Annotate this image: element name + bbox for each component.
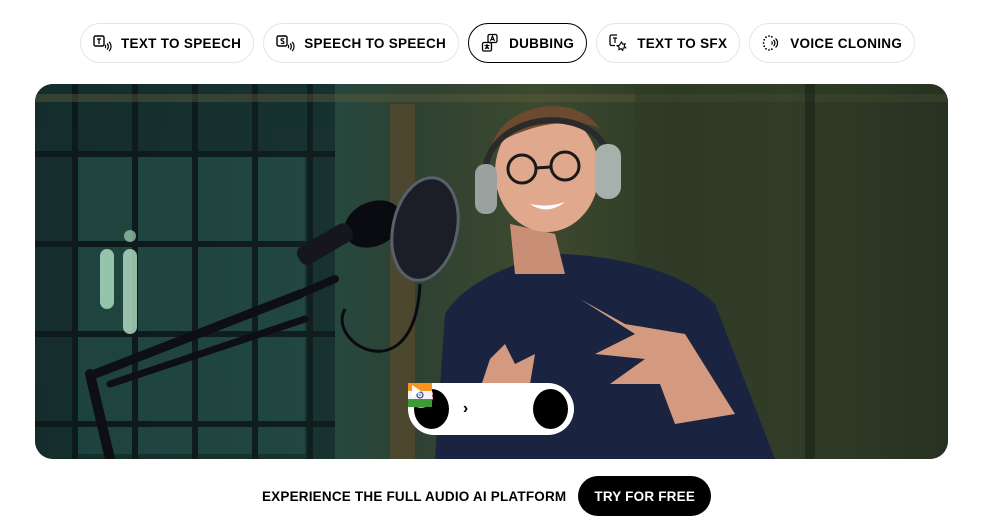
tab-label: DUBBING <box>509 35 575 51</box>
tab-label: VOICE CLONING <box>790 35 903 51</box>
tab-dubbing[interactable]: DUBBING <box>468 23 588 63</box>
text-to-sfx-icon <box>608 33 628 53</box>
play-button[interactable] <box>412 385 569 429</box>
chevron-right-icon: › <box>462 400 469 417</box>
tab-text-to-speech[interactable]: TEXT TO SPEECH <box>80 23 255 63</box>
try-for-free-button[interactable]: TRY FOR FREE <box>578 476 712 516</box>
tab-label: SPEECH TO SPEECH <box>304 35 447 51</box>
dubbing-language-control: › <box>408 383 574 435</box>
product-tabs: TEXT TO SPEECH SPEECH TO SPEECH DUBBING <box>80 23 916 63</box>
hero-image: › <box>35 84 948 459</box>
cta-text: EXPERIENCE THE FULL AUDIO AI PLATFORM <box>261 488 567 504</box>
cta-row: EXPERIENCE THE FULL AUDIO AI PLATFORM TR… <box>0 476 987 516</box>
tab-speech-to-speech[interactable]: SPEECH TO SPEECH <box>263 23 460 63</box>
target-language-button[interactable] <box>408 383 511 421</box>
tab-label: TEXT TO SPEECH <box>121 35 242 51</box>
play-icon <box>412 385 421 397</box>
tab-voice-cloning[interactable]: VOICE CLONING <box>749 23 916 63</box>
tab-text-to-sfx[interactable]: TEXT TO SFX <box>596 23 741 63</box>
speech-to-speech-icon <box>275 33 295 53</box>
dubbing-translate-icon <box>480 33 500 53</box>
voice-cloning-icon <box>761 33 781 53</box>
background-window <box>35 84 335 459</box>
tab-label: TEXT TO SFX <box>637 35 728 51</box>
text-to-speech-icon <box>92 33 112 53</box>
